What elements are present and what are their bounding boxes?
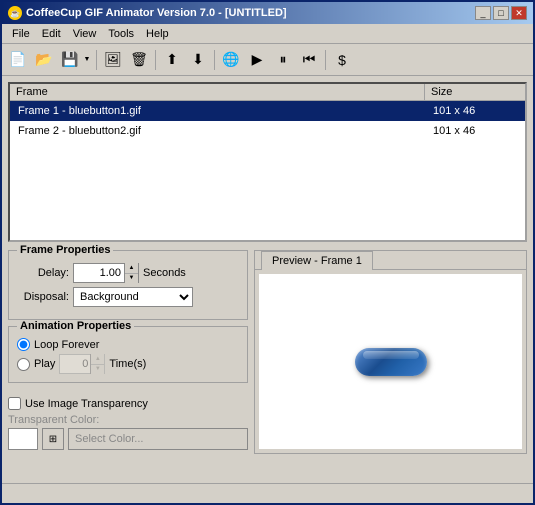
save-dropdown-arrow[interactable]: ▼ (82, 48, 92, 72)
title-bar-left: ☕ CoffeeCup GIF Animator Version 7.0 - [… (8, 6, 287, 20)
seconds-label: Seconds (143, 267, 186, 279)
play-value-input (60, 358, 90, 370)
menu-file[interactable]: File (6, 26, 36, 42)
preview-area (259, 274, 522, 449)
play-row: Play ▲ ▼ Time(s) (17, 354, 239, 374)
play-spin: ▲ ▼ (59, 354, 105, 374)
app-icon: ☕ (8, 6, 22, 20)
frame-properties-title: Frame Properties (17, 244, 113, 256)
disposal-row: Disposal: Do Not Dispose Background Prev… (17, 287, 239, 307)
select-color-button[interactable]: Select Color... (68, 428, 248, 450)
animation-properties-group: Animation Properties Loop Forever Play ▲… (8, 326, 248, 383)
minimize-button[interactable]: _ (475, 6, 491, 20)
disposal-label: Disposal: (17, 291, 69, 303)
window-title: CoffeeCup GIF Animator Version 7.0 - [UN… (26, 7, 287, 19)
delay-up-button[interactable]: ▲ (125, 263, 138, 274)
preview-tab-bar: Preview - Frame 1 (255, 251, 526, 270)
close-button[interactable]: ✕ (511, 6, 527, 20)
menu-tools[interactable]: Tools (102, 26, 140, 42)
menu-edit[interactable]: Edit (36, 26, 67, 42)
frame-size-2: 101 x 46 (425, 123, 525, 139)
play-down-button: ▼ (91, 365, 104, 375)
transparency-section: Use Image Transparency Transparent Color… (8, 389, 248, 454)
delay-spin-arrows: ▲ ▼ (124, 263, 138, 283)
open-button[interactable]: 📂 (32, 48, 56, 72)
left-panel: Frame Properties Delay: ▲ ▼ Seconds (8, 250, 248, 454)
play-up-button: ▲ (91, 354, 104, 365)
transparency-checkbox[interactable] (8, 397, 21, 410)
delay-spin[interactable]: ▲ ▼ (73, 263, 139, 283)
delete-frame-button[interactable]: 🗑 (127, 48, 151, 72)
color-swatch[interactable] (8, 428, 38, 450)
frame-list-header: Frame Size (10, 84, 525, 101)
stop-button[interactable]: ⏮ (297, 48, 321, 72)
toolbar-sep-2 (155, 50, 156, 70)
frame-list-container: Frame Size Frame 1 - bluebutton1.gif 101… (8, 82, 527, 242)
main-window: ☕ CoffeeCup GIF Animator Version 7.0 - [… (0, 0, 535, 505)
frame-name-2: Frame 2 - bluebutton2.gif (10, 123, 425, 139)
frame-name-1: Frame 1 - bluebutton1.gif (10, 103, 425, 119)
move-up-button[interactable]: ⬆ (160, 48, 184, 72)
play-spin-arrows: ▲ ▼ (90, 354, 104, 374)
toolbar-sep-4 (325, 50, 326, 70)
play-radio[interactable] (17, 358, 30, 371)
disposal-select[interactable]: Do Not Dispose Background Previous (73, 287, 193, 307)
delay-down-button[interactable]: ▼ (125, 274, 138, 284)
preview-button[interactable]: 🌐 (219, 48, 243, 72)
title-bar: ☕ CoffeeCup GIF Animator Version 7.0 - [… (2, 2, 533, 24)
maximize-button[interactable]: □ (493, 6, 509, 20)
pause-button[interactable]: ⏸ (271, 48, 295, 72)
delay-label: Delay: (17, 267, 69, 279)
frame-size-1: 101 x 46 (425, 103, 525, 119)
status-bar (2, 483, 533, 503)
toolbar-sep-1 (96, 50, 97, 70)
transparency-checkbox-row: Use Image Transparency (8, 397, 248, 410)
transparency-label[interactable]: Use Image Transparency (25, 398, 148, 410)
save-split-button[interactable]: 💾 ▼ (58, 48, 92, 72)
menu-bar: File Edit View Tools Help (2, 24, 533, 44)
frame-properties-group: Frame Properties Delay: ▲ ▼ Seconds (8, 250, 248, 320)
color-grid-button[interactable]: ⊞ (42, 428, 64, 450)
main-content: Frame Size Frame 1 - bluebutton1.gif 101… (2, 76, 533, 483)
delay-row: Delay: ▲ ▼ Seconds (17, 263, 239, 283)
times-label: Time(s) (109, 358, 146, 370)
loop-forever-radio[interactable] (17, 338, 30, 351)
preview-gif-frame (355, 348, 427, 376)
loop-forever-label[interactable]: Loop Forever (34, 339, 99, 351)
dollar-button[interactable]: $ (330, 48, 354, 72)
play-button[interactable]: ▶ (245, 48, 269, 72)
play-label[interactable]: Play (34, 358, 55, 370)
frame-row-2[interactable]: Frame 2 - bluebutton2.gif 101 x 46 (10, 121, 525, 141)
move-down-button[interactable]: ⬇ (186, 48, 210, 72)
bottom-panels: Frame Properties Delay: ▲ ▼ Seconds (8, 250, 527, 454)
menu-help[interactable]: Help (140, 26, 175, 42)
delay-input[interactable] (74, 264, 124, 282)
save-button[interactable]: 💾 (58, 48, 82, 72)
column-header-frame: Frame (10, 84, 425, 100)
preview-panel: Preview - Frame 1 (254, 250, 527, 454)
animation-properties-title: Animation Properties (17, 320, 134, 332)
preview-tab[interactable]: Preview - Frame 1 (261, 251, 373, 270)
menu-view[interactable]: View (67, 26, 103, 42)
add-frame-button[interactable]: 🖼 (101, 48, 125, 72)
color-picker-row: ⊞ Select Color... (8, 428, 248, 450)
toolbar-sep-3 (214, 50, 215, 70)
frame-row-1[interactable]: Frame 1 - bluebutton1.gif 101 x 46 (10, 101, 525, 121)
new-button[interactable]: 📄 (6, 48, 30, 72)
column-header-size: Size (425, 84, 525, 100)
toolbar: 📄 📂 💾 ▼ 🖼 🗑 ⬆ ⬇ 🌐 ▶ ⏸ ⏮ $ (2, 44, 533, 76)
select-color-label: Select Color... (75, 433, 143, 445)
title-buttons: _ □ ✕ (475, 6, 527, 20)
loop-forever-row: Loop Forever (17, 338, 239, 351)
transparent-color-label: Transparent Color: (8, 414, 248, 426)
